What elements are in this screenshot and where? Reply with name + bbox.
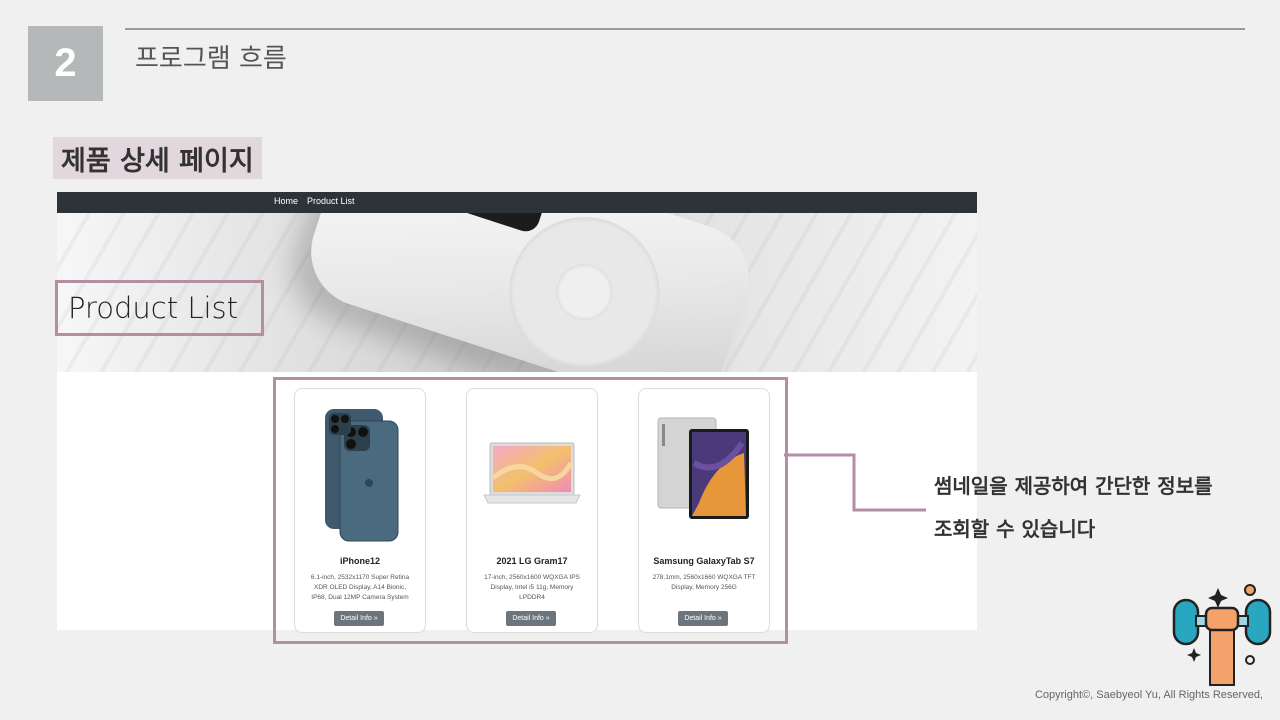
annotation-connector xyxy=(784,453,926,512)
header-divider xyxy=(125,28,1245,30)
site-navbar: Home Product List xyxy=(57,192,977,213)
ipod-center-button xyxy=(549,256,620,328)
slide-title: 프로그램 흐름 xyxy=(135,44,287,74)
ipod-screen xyxy=(392,213,557,235)
cards-highlight-frame xyxy=(273,377,788,644)
copyright-text: Copyright©, Saebyeol Yu, All Rights Rese… xyxy=(1034,689,1263,701)
ipod-click-wheel xyxy=(489,213,679,372)
slide-number: 2 xyxy=(28,26,103,101)
annotation-line-2: 조회할 수 있습니다 xyxy=(934,517,1096,541)
hero-title: Product List xyxy=(55,280,264,336)
annotation-line-1: 썸네일을 제공하여 간단한 정보를 xyxy=(934,474,1213,498)
nav-home-link[interactable]: Home xyxy=(274,196,298,206)
section-label: 제품 상세 페이지 xyxy=(53,137,262,179)
dumbbell-lift-icon xyxy=(1172,584,1272,686)
nav-product-list-link[interactable]: Product List xyxy=(307,196,355,206)
